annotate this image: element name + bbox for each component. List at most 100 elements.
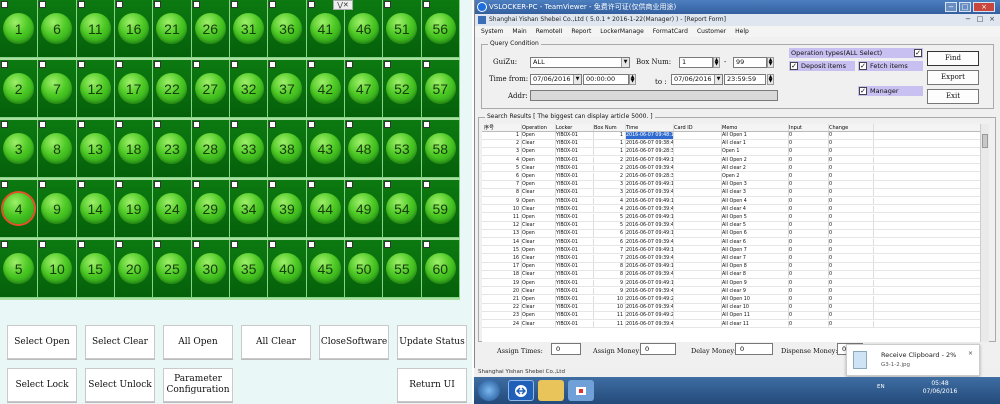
- locker-checkbox[interactable]: [307, 61, 315, 68]
- clock[interactable]: 05:48 07/06/2016: [922, 380, 958, 396]
- locker-checkbox[interactable]: [39, 1, 47, 8]
- locker-cell[interactable]: 15: [76, 240, 115, 298]
- locker-cell[interactable]: 33: [229, 120, 269, 178]
- column-header[interactable]: Change: [829, 124, 874, 131]
- table-row[interactable]: 21 Open YIBOX-01 10 2016-06-07 09:49:20 All O…: [482, 296, 980, 304]
- table-row[interactable]: 24 Clear YIBOX-01 11 2016-06-07 09:39:47 All …: [482, 320, 980, 329]
- locker-cell[interactable]: 8: [38, 120, 77, 178]
- locker-checkbox[interactable]: [345, 181, 353, 188]
- operation-types-option[interactable]: Operation types(ALL Select) ✓: [789, 48, 923, 58]
- locker-cell[interactable]: 51: [383, 0, 422, 58]
- start-icon[interactable]: [478, 380, 500, 401]
- fetch-items-option[interactable]: ✓ Fetch items: [858, 61, 923, 71]
- locker-checkbox[interactable]: [230, 1, 238, 8]
- table-row[interactable]: 3 Open YIBOX-01 1 2016-06-07 09:28:33 Open 10…: [482, 148, 980, 156]
- locker-checkbox[interactable]: [1, 241, 8, 248]
- locker-cell[interactable]: 57: [421, 60, 460, 118]
- locker-checkbox[interactable]: [115, 61, 123, 68]
- locker-cell[interactable]: 54: [383, 180, 422, 238]
- locker-checkbox[interactable]: [269, 241, 277, 248]
- locker-cell[interactable]: 38: [268, 120, 307, 178]
- time-from-input[interactable]: 00:00:00: [583, 74, 629, 85]
- locker-checkbox[interactable]: [192, 181, 200, 188]
- boxnum-from-input[interactable]: 1: [679, 57, 713, 68]
- locker-cell[interactable]: 13: [76, 120, 115, 178]
- column-header[interactable]: Memo: [722, 124, 789, 131]
- table-row[interactable]: 2 Clear YIBOX-01 1 2016-06-07 09:38:40 All cl…: [482, 140, 980, 148]
- locker-checkbox[interactable]: [384, 1, 392, 8]
- all-clear-button[interactable]: All Clear: [241, 325, 311, 359]
- locker-cell[interactable]: 16: [114, 0, 154, 58]
- column-header[interactable]: Box Num: [594, 124, 626, 131]
- locker-checkbox[interactable]: [115, 181, 123, 188]
- locker-checkbox[interactable]: [39, 121, 47, 128]
- assign-times-input[interactable]: 0: [551, 343, 581, 355]
- close-software-button[interactable]: CloseSoftware: [319, 325, 389, 359]
- locker-cell[interactable]: 3: [0, 120, 39, 178]
- time-to-spinner[interactable]: ▲ ▼: [767, 74, 774, 85]
- locker-cell[interactable]: 28: [191, 120, 230, 178]
- folder-icon[interactable]: [538, 380, 564, 401]
- locker-checkbox[interactable]: [1, 121, 8, 128]
- locker-checkbox[interactable]: [39, 61, 47, 68]
- app-minimize-icon[interactable]: −: [963, 15, 973, 24]
- locker-checkbox[interactable]: [307, 181, 315, 188]
- date-from-picker[interactable]: 07/06/2016 ▼: [530, 74, 582, 85]
- locker-checkbox[interactable]: [154, 181, 162, 188]
- locker-cell[interactable]: 21: [153, 0, 192, 58]
- locker-cell[interactable]: 48: [344, 120, 384, 178]
- column-header[interactable]: Locker: [556, 124, 594, 131]
- locker-cell[interactable]: 31: [229, 0, 269, 58]
- select-clear-button[interactable]: Select Clear: [85, 325, 155, 359]
- boxnum-to-spinner[interactable]: ▲ ▼: [767, 57, 774, 68]
- locker-cell[interactable]: 43: [306, 120, 345, 178]
- locker-cell[interactable]: 42: [306, 60, 345, 118]
- menu-item[interactable]: Help: [735, 26, 749, 37]
- menu-item[interactable]: RemoteII: [536, 26, 563, 37]
- find-button[interactable]: Find: [927, 51, 979, 66]
- locker-checkbox[interactable]: [384, 121, 392, 128]
- checkbox-checked-icon[interactable]: ✓: [859, 87, 867, 95]
- locker-checkbox[interactable]: [345, 121, 353, 128]
- time-from-spinner[interactable]: ▲ ▼: [629, 74, 636, 85]
- table-row[interactable]: 1 Open YIBOX-01 1 2016-06-07 09:48:14 All Ope…: [482, 132, 980, 140]
- select-unlock-button[interactable]: Select Unlock: [85, 368, 155, 402]
- select-open-button[interactable]: Select Open: [7, 325, 77, 359]
- locker-checkbox[interactable]: [192, 1, 200, 8]
- menu-item[interactable]: Main: [512, 26, 526, 37]
- locker-cell[interactable]: 17: [114, 60, 154, 118]
- locker-cell[interactable]: 19: [114, 180, 154, 238]
- locker-checkbox[interactable]: [345, 61, 353, 68]
- column-header[interactable]: Card ID: [674, 124, 722, 131]
- locker-checkbox[interactable]: [115, 121, 123, 128]
- table-row[interactable]: 11 Open YIBOX-01 5 2016-06-07 09:49:17 All Op…: [482, 214, 980, 222]
- locker-cell[interactable]: 32: [229, 60, 269, 118]
- checkbox-checked-icon[interactable]: ✓: [859, 62, 867, 70]
- locker-checkbox[interactable]: [154, 1, 162, 8]
- locker-cell[interactable]: 9: [38, 180, 77, 238]
- table-row[interactable]: 20 Clear YIBOX-01 9 2016-06-07 09:39:45 All c…: [482, 287, 980, 296]
- table-row[interactable]: 14 Clear YIBOX-01 6 2016-06-07 09:39:43 All c…: [482, 238, 980, 247]
- boxnum-to-input[interactable]: 99: [733, 57, 767, 68]
- locker-checkbox[interactable]: [1, 181, 8, 188]
- locker-checkbox[interactable]: [422, 121, 430, 128]
- column-header[interactable]: 序号: [484, 124, 522, 131]
- minimize-icon[interactable]: −: [945, 2, 957, 12]
- viewer-toolbar-toggle[interactable]: ⋁✕: [333, 0, 353, 10]
- locker-cell[interactable]: 58: [421, 120, 460, 178]
- app-maximize-icon[interactable]: □: [975, 15, 985, 24]
- locker-checkbox[interactable]: [269, 181, 277, 188]
- locker-cell[interactable]: 20: [114, 240, 154, 298]
- app-taskbar-icon[interactable]: [568, 380, 594, 401]
- boxnum-from-spinner[interactable]: ▲ ▼: [713, 57, 720, 68]
- close-icon[interactable]: ×: [968, 350, 973, 357]
- locker-checkbox[interactable]: [115, 241, 123, 248]
- locker-cell[interactable]: 11: [76, 0, 115, 58]
- locker-checkbox[interactable]: [77, 181, 85, 188]
- table-row[interactable]: 17 Open YIBOX-01 8 2016-06-07 09:49:19 All Op…: [482, 263, 980, 271]
- table-row[interactable]: 23 Open YIBOX-01 11 2016-06-07 09:49:21 All O…: [482, 312, 980, 320]
- locker-checkbox[interactable]: [77, 61, 85, 68]
- column-header[interactable]: Operation: [522, 124, 556, 131]
- locker-checkbox[interactable]: [345, 241, 353, 248]
- locker-cell[interactable]: 60: [421, 240, 460, 298]
